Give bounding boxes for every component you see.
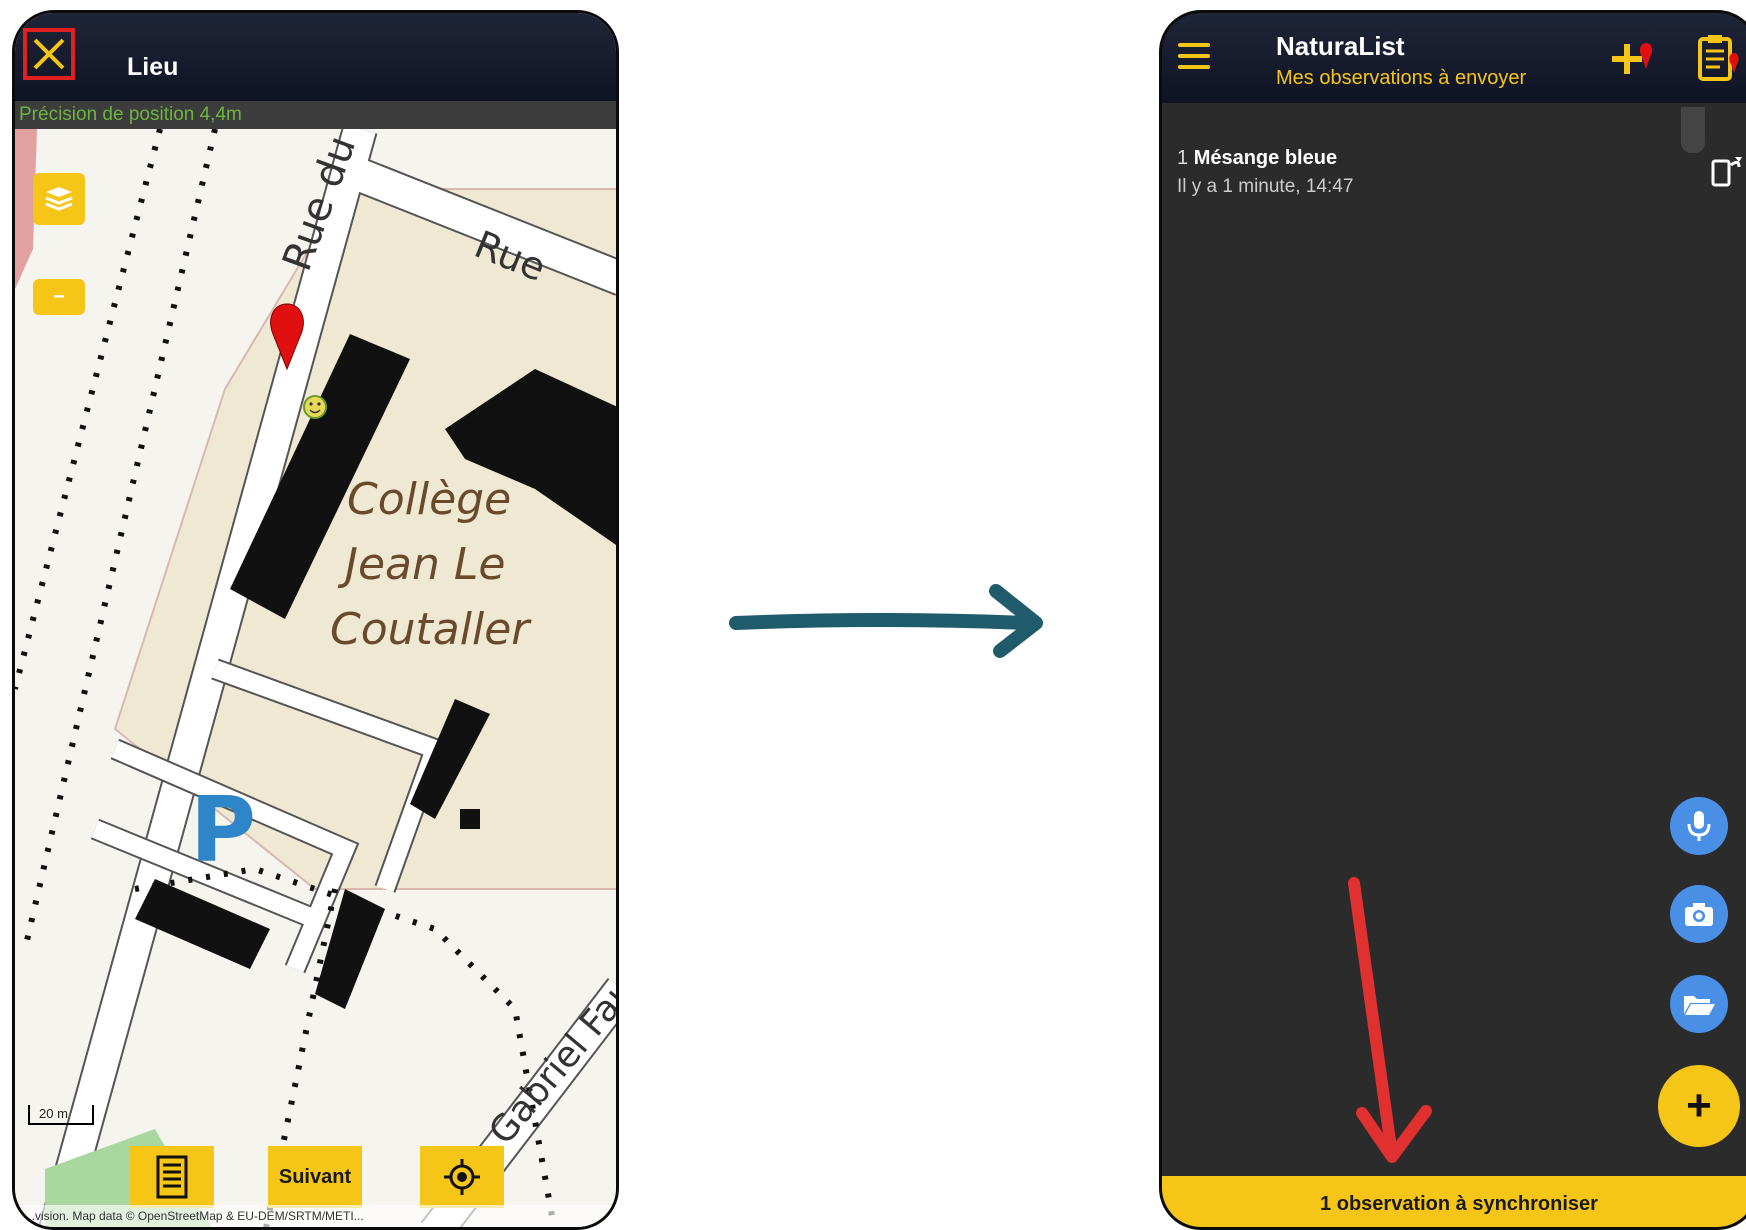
map-view[interactable]: Rue du Rue Gabriel Fauré Collège Jean Le… [15,129,616,1230]
observation-species: Mésange bleue [1193,147,1338,169]
close-icon [33,38,65,70]
locate-button[interactable] [420,1146,504,1208]
scroll-handle[interactable] [1681,107,1705,153]
school-label-line1: Collège [347,474,511,525]
page-subtitle: Mes observations à envoyer [1276,67,1527,89]
list-icon [156,1155,188,1199]
observation-title: 1 Mésange bleue [1177,147,1657,170]
user-position-icon [303,395,327,419]
observation-time: Il y a 1 minute, 14:47 [1177,176,1354,197]
list-button[interactable] [130,1146,214,1208]
layers-icon [45,187,73,211]
observation-list-item[interactable]: 1 Mésange bleue Il y a 1 minute, 14:47 [1177,147,1657,198]
menu-icon[interactable] [1178,43,1210,69]
annotation-arrow-icon [1348,877,1432,1163]
close-button[interactable] [23,28,75,80]
device-sync-icon[interactable] [1709,153,1745,189]
clipboard-icon[interactable] [1694,31,1744,83]
camera-button[interactable] [1670,885,1728,943]
camera-icon [1685,903,1713,926]
crosshair-icon [444,1159,480,1195]
parking-symbol: P [190,778,256,883]
transition-arrow-icon [729,584,1043,658]
map-attribution: ...vision. Map data © OpenStreetMap & EU… [15,1205,616,1227]
add-observation-icon[interactable] [1608,35,1658,81]
page-title: Lieu [127,53,179,81]
sync-status-bar[interactable]: 1 observation à synchroniser [1162,1176,1746,1227]
microphone-button[interactable] [1670,797,1728,855]
location-topbar: Lieu [15,13,616,101]
microphone-icon [1687,811,1711,841]
right-phone-screen: NaturaList Mes observations à envoyer 1 … [1159,10,1746,1230]
school-label-line3: Coutaller [330,604,532,655]
folder-icon [1684,996,1715,1015]
map-canvas[interactable]: Rue du Rue Gabriel Fauré Collège Jean Le… [15,129,616,1230]
app-topbar: NaturaList Mes observations à envoyer [1162,13,1746,103]
add-button[interactable]: + [1658,1065,1740,1147]
next-button[interactable]: Suivant [268,1146,362,1208]
zoom-out-button[interactable]: − [33,279,85,315]
layers-button[interactable] [33,173,85,225]
school-label-line2: Jean Le [337,539,505,590]
left-phone-screen: Lieu Précision de position 4,4m Rue du R… [12,10,619,1230]
position-precision-text: Précision de position 4,4m [15,101,616,129]
scale-label: 20 m [39,1106,68,1121]
app-name: NaturaList [1276,31,1405,61]
folder-button[interactable] [1670,975,1728,1033]
observation-count: 1 [1177,147,1189,169]
